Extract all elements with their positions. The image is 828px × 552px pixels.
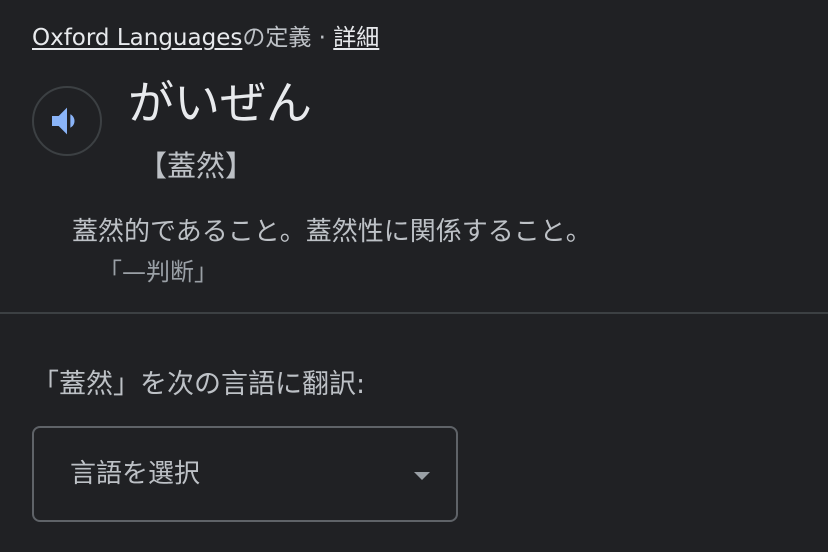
dropdown-caret-icon bbox=[414, 472, 430, 480]
section-divider bbox=[0, 312, 828, 314]
translate-label: 「蓋然」を次の言語に翻訳: bbox=[32, 369, 366, 400]
speaker-icon bbox=[52, 107, 75, 135]
example-phrase: 「—判断」 bbox=[98, 258, 218, 286]
language-select-value: 言語を選択 bbox=[70, 459, 201, 489]
pronounce-button[interactable] bbox=[32, 86, 102, 156]
oxford-languages-link[interactable]: Oxford Languages bbox=[32, 25, 242, 51]
headword: がいぜん bbox=[128, 76, 312, 130]
details-link[interactable]: 詳細 bbox=[333, 25, 379, 51]
source-suffix: の定義 · bbox=[242, 25, 334, 51]
dictionary-source: Oxford Languagesの定義 · 詳細 bbox=[32, 22, 379, 54]
language-select[interactable]: 言語を選択 bbox=[32, 426, 458, 522]
definition-text: 蓋然的であること。蓋然性に関係すること。 bbox=[72, 217, 592, 247]
headword-kanji: 【蓋然】 bbox=[138, 149, 255, 183]
